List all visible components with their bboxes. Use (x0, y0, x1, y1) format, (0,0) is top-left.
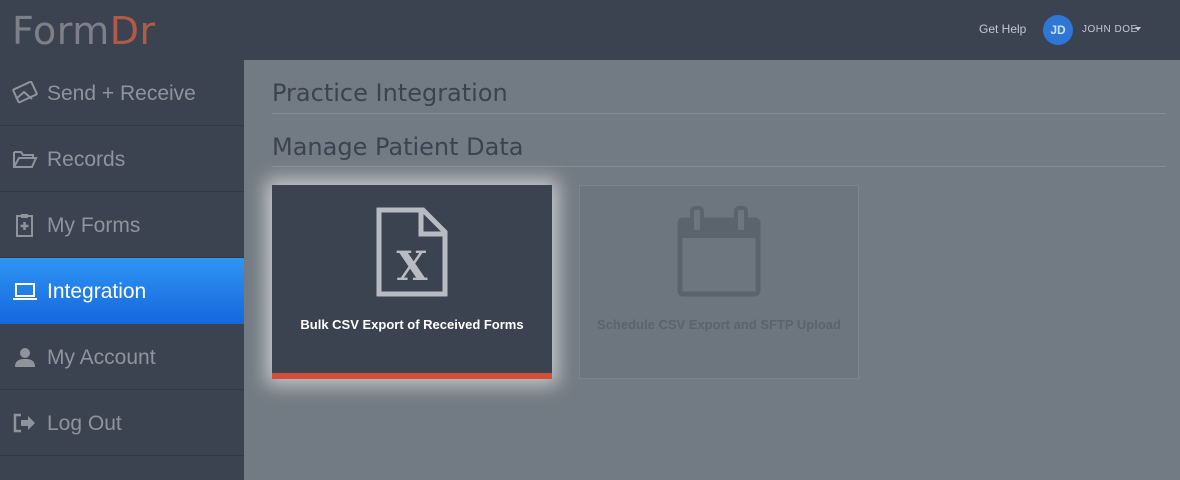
svg-text:X: X (396, 243, 427, 290)
sign-out-icon (13, 413, 35, 433)
sidebar-item-label: Log Out (47, 412, 122, 435)
card-title: Schedule CSV Export and SFTP Upload (597, 317, 841, 332)
chevron-down-icon[interactable] (1135, 27, 1141, 31)
logo[interactable]: FormDr (12, 9, 156, 53)
folder-open-icon (13, 151, 38, 168)
calendar-icon (677, 206, 761, 297)
send-receive-icon (12, 81, 38, 104)
avatar[interactable]: JD (1043, 15, 1073, 45)
sidebar-item-my-forms[interactable]: My Forms (0, 192, 244, 258)
sidebar-item-my-account[interactable]: My Account (0, 324, 244, 390)
user-menu[interactable]: JOHN DOE (1082, 24, 1138, 35)
schedule-csv-export-card[interactable]: Schedule CSV Export and SFTP Upload (579, 185, 859, 379)
page-title: Practice Integration (272, 79, 508, 107)
divider (272, 113, 1166, 114)
card-title: Bulk CSV Export of Received Forms (300, 317, 524, 332)
sidebar-item-integration[interactable]: Integration (0, 258, 244, 324)
sidebar-item-label: My Forms (47, 214, 141, 237)
sidebar-item-label: Send + Receive (47, 82, 196, 105)
excel-file-icon: X (376, 207, 448, 297)
logo-text-form: Form (12, 9, 110, 53)
sidebar-item-label: My Account (47, 346, 156, 369)
clipboard-plus-icon (16, 214, 33, 237)
sidebar-item-log-out[interactable]: Log Out (0, 390, 244, 456)
logo-text-dr: Dr (109, 9, 156, 53)
section-title: Manage Patient Data (272, 133, 524, 161)
sidebar-item-send-receive[interactable]: Send + Receive (0, 60, 244, 126)
sidebar: Send + Receive Records My Forms Integrat… (0, 60, 244, 480)
card-accent-bar (272, 373, 552, 379)
laptop-icon (13, 283, 37, 300)
divider (272, 166, 1166, 167)
bulk-csv-export-card[interactable]: X Bulk CSV Export of Received Forms (272, 185, 552, 379)
main-content: Practice Integration Manage Patient Data… (244, 60, 1180, 480)
get-help-link[interactable]: Get Help (979, 22, 1026, 36)
sidebar-item-records[interactable]: Records (0, 126, 244, 192)
user-icon (15, 348, 35, 367)
sidebar-item-label: Records (47, 148, 126, 171)
sidebar-item-label: Integration (47, 280, 147, 303)
top-navbar: FormDr Get Help JD JOHN DOE (0, 0, 1180, 60)
